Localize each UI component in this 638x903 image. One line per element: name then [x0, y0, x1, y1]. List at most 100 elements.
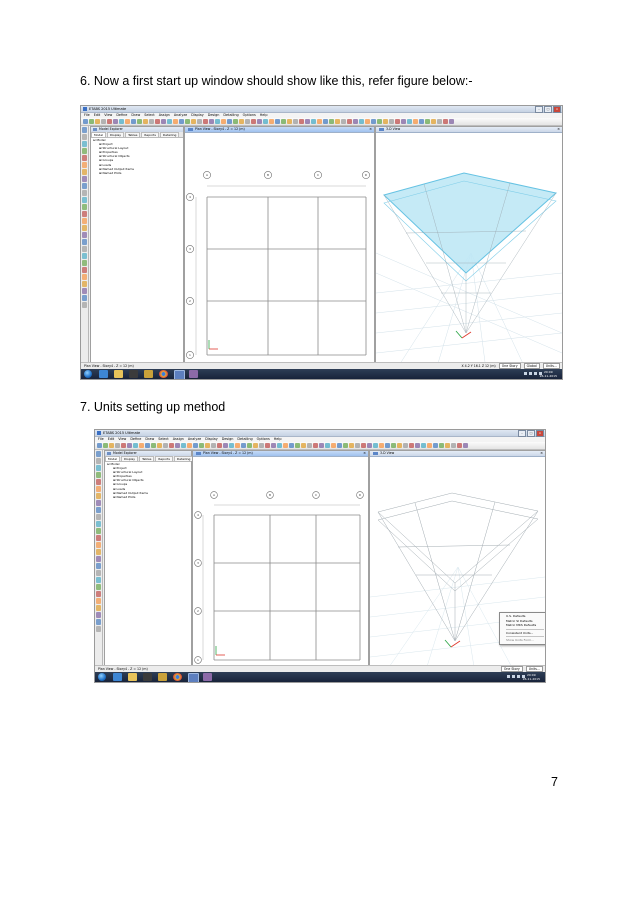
- toolbar-button[interactable]: [413, 119, 418, 124]
- draw-tool-button[interactable]: [96, 619, 101, 625]
- maximize-button[interactable]: □: [544, 106, 552, 113]
- draw-tool-button[interactable]: [82, 169, 87, 175]
- toolbar-button[interactable]: [397, 443, 402, 448]
- toolbar-button[interactable]: [431, 119, 436, 124]
- draw-tool-button[interactable]: [82, 225, 87, 231]
- toolbar-button[interactable]: [119, 119, 124, 124]
- toolbar-button[interactable]: [277, 443, 282, 448]
- toolbar-button[interactable]: [443, 119, 448, 124]
- draw-tool-button[interactable]: [96, 535, 101, 541]
- draw-tool-button[interactable]: [82, 155, 87, 161]
- 3d-view-pane[interactable]: 3-D View ×: [375, 126, 562, 369]
- units-show-units-form[interactable]: Show Units Form...: [506, 638, 544, 643]
- draw-tool-button[interactable]: [82, 148, 87, 154]
- toolbar-button[interactable]: [341, 119, 346, 124]
- draw-tool-button[interactable]: [82, 246, 87, 252]
- etabs-taskbar-icon[interactable]: [174, 370, 185, 379]
- toolbar-button[interactable]: [371, 119, 376, 124]
- minimize-button-2[interactable]: –: [518, 430, 526, 437]
- draw-tool-button[interactable]: [96, 486, 101, 492]
- draw-tool-button[interactable]: [96, 528, 101, 534]
- tab-detailing[interactable]: Detailing: [159, 132, 180, 137]
- chrome-icon[interactable]: [159, 370, 168, 378]
- draw-tool-button[interactable]: [82, 274, 87, 280]
- toolbar-button[interactable]: [169, 443, 174, 448]
- toolbar-button[interactable]: [121, 443, 126, 448]
- ie-icon-2[interactable]: [113, 673, 122, 681]
- toolbar-button[interactable]: [143, 119, 148, 124]
- draw-tool-button[interactable]: [96, 577, 101, 583]
- toolbar-button[interactable]: [265, 443, 270, 448]
- toolbar-button[interactable]: [109, 443, 114, 448]
- toolbar-button[interactable]: [229, 443, 234, 448]
- draw-tool-button[interactable]: [82, 190, 87, 196]
- toolbar-button[interactable]: [235, 443, 240, 448]
- toolbar-button[interactable]: [163, 443, 168, 448]
- toolbar-button[interactable]: [223, 443, 228, 448]
- draw-tool-button[interactable]: [96, 591, 101, 597]
- toolbar-button[interactable]: [289, 443, 294, 448]
- draw-tool-button[interactable]: [82, 127, 87, 133]
- toolbar-button[interactable]: [385, 443, 390, 448]
- chrome-icon-2[interactable]: [173, 673, 182, 681]
- draw-tool-button[interactable]: [82, 232, 87, 238]
- toolbar-button[interactable]: [89, 119, 94, 124]
- close-button[interactable]: ×: [553, 106, 561, 113]
- toolbar-button[interactable]: [409, 443, 414, 448]
- toolbar-button[interactable]: [281, 119, 286, 124]
- toolbar-button[interactable]: [193, 443, 198, 448]
- toolbar-button[interactable]: [253, 443, 258, 448]
- toolbar-button[interactable]: [367, 443, 372, 448]
- toolbar-button[interactable]: [155, 119, 160, 124]
- draw-tool-button[interactable]: [82, 302, 87, 308]
- draw-tool-button[interactable]: [96, 479, 101, 485]
- toolbar-button[interactable]: [247, 443, 252, 448]
- draw-tool-button[interactable]: [82, 260, 87, 266]
- toolbar-button[interactable]: [241, 443, 246, 448]
- toolbar-button[interactable]: [95, 119, 100, 124]
- folder-icon[interactable]: [114, 370, 123, 378]
- toolbar-button[interactable]: [173, 119, 178, 124]
- toolbar-button[interactable]: [215, 119, 220, 124]
- draw-tool-button[interactable]: [96, 598, 101, 604]
- draw-tool-button[interactable]: [82, 183, 87, 189]
- toolbar-button[interactable]: [283, 443, 288, 448]
- tab-model[interactable]: Model: [91, 132, 107, 137]
- toolbar-button[interactable]: [263, 119, 268, 124]
- draw-tool-button[interactable]: [96, 626, 101, 632]
- draw-tool-button[interactable]: [96, 612, 101, 618]
- toolbar-button[interactable]: [239, 119, 244, 124]
- toolbar-button[interactable]: [349, 443, 354, 448]
- toolbar-button[interactable]: [257, 119, 262, 124]
- toolbar-button[interactable]: [329, 119, 334, 124]
- toolbar-button[interactable]: [251, 119, 256, 124]
- toolbar-button[interactable]: [305, 119, 310, 124]
- toolbar-button[interactable]: [425, 119, 430, 124]
- toolbar-button[interactable]: [373, 443, 378, 448]
- toolbar-button[interactable]: [97, 443, 102, 448]
- toolbar-button[interactable]: [113, 119, 118, 124]
- close-button-2[interactable]: ×: [536, 430, 544, 437]
- draw-tool-button[interactable]: [96, 493, 101, 499]
- tab-tables-2[interactable]: Tables: [139, 456, 155, 461]
- draw-tool-button[interactable]: [82, 197, 87, 203]
- toolbar-button[interactable]: [227, 119, 232, 124]
- tab-detailing-2[interactable]: Detailing: [173, 456, 194, 461]
- toolbar-button[interactable]: [359, 119, 364, 124]
- toolbar-button[interactable]: [115, 443, 120, 448]
- toolbar-button[interactable]: [415, 443, 420, 448]
- toolbar-button[interactable]: [301, 443, 306, 448]
- toolbar-button[interactable]: [127, 443, 132, 448]
- draw-tool-button[interactable]: [96, 507, 101, 513]
- plan-view-pane[interactable]: Plan View - Story4 - Z = 12 (m) × A B C …: [184, 126, 375, 369]
- toolbar-button[interactable]: [179, 119, 184, 124]
- tab-model-2[interactable]: Model: [105, 456, 121, 461]
- toolbar-button[interactable]: [449, 119, 454, 124]
- units-metric-mks-defaults[interactable]: Metric MKS Defaults: [506, 623, 544, 628]
- toolbar-button[interactable]: [353, 119, 358, 124]
- toolbar-button[interactable]: [137, 119, 142, 124]
- toolbar-button[interactable]: [451, 443, 456, 448]
- toolbar-button[interactable]: [361, 443, 366, 448]
- toolbar-button[interactable]: [355, 443, 360, 448]
- toolbar-button[interactable]: [457, 443, 462, 448]
